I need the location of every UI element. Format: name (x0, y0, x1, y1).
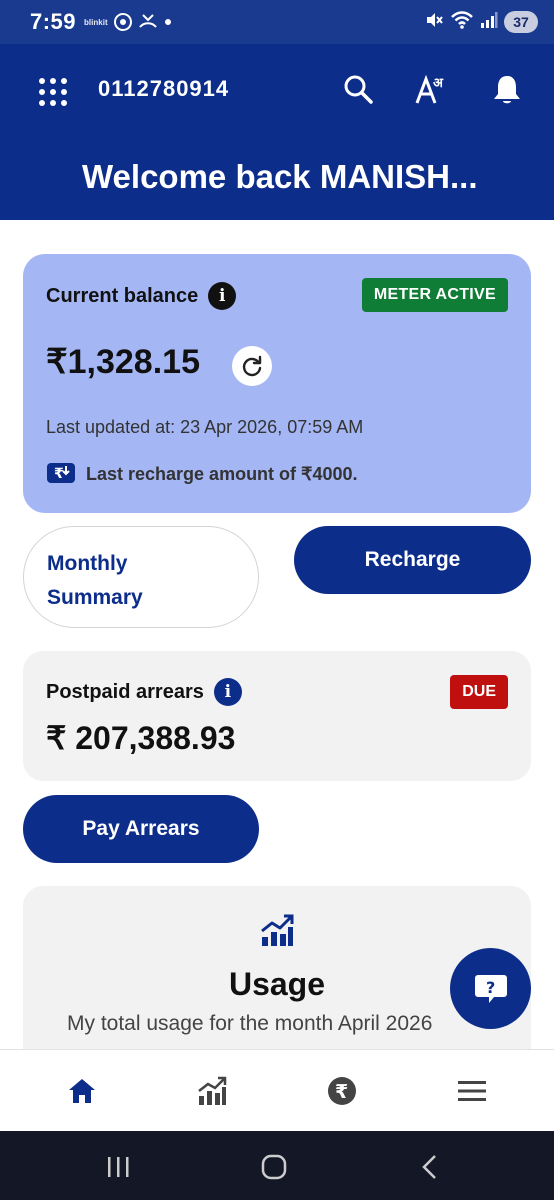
meter-status-badge: METER ACTIVE (361, 278, 508, 312)
arrears-amount: ₹ 207,388.93 (46, 720, 236, 756)
home-system-button[interactable] (254, 1147, 294, 1187)
bottom-navigation: ₹ (0, 1049, 554, 1131)
status-bar: 7:59 blinkit 37 (0, 0, 554, 44)
whatsapp-notification-icon (113, 13, 132, 31)
svg-text:?: ? (486, 978, 495, 997)
due-badge: DUE (450, 675, 508, 709)
language-icon[interactable]: अ (415, 73, 449, 110)
signal-icon (480, 11, 498, 34)
home-icon (69, 1079, 95, 1103)
balance-amount: ₹1,328.15 (46, 343, 200, 381)
nav-payments[interactable]: ₹ (302, 1050, 382, 1132)
usage-subtitle: My total usage for the month April 2026 (67, 1012, 433, 1035)
notification-dot-icon (164, 18, 172, 26)
monthly-summary-button[interactable]: Monthly Summary (23, 526, 259, 628)
refresh-icon (242, 355, 262, 377)
home-circle-icon (261, 1154, 287, 1180)
menu-icon (458, 1081, 486, 1101)
battery-indicator: 37 (504, 11, 538, 33)
welcome-title: Welcome back MANISH... (82, 158, 478, 195)
current-balance-label: Current balance (46, 284, 199, 307)
svg-text:₹: ₹ (335, 1081, 348, 1103)
last-updated-text: Last updated at: 23 Apr 2026, 07:59 AM (46, 417, 364, 437)
postpaid-arrears-card: Postpaid arrears i DUE ₹ 207,388.93 (23, 651, 531, 781)
usage-chart-icon (198, 1076, 227, 1105)
account-number: 0112780914 (98, 76, 230, 101)
svg-text:₹: ₹ (54, 466, 64, 482)
notification-bell-icon[interactable] (492, 74, 522, 111)
monthly-summary-line1: Monthly (47, 552, 128, 575)
recharge-button[interactable]: Recharge (294, 526, 531, 594)
help-chat-button[interactable]: ? (450, 948, 531, 1029)
recent-apps-icon (108, 1157, 129, 1177)
info-icon[interactable]: i (208, 282, 237, 310)
last-recharge-text: Last recharge amount of ₹4000. (86, 464, 358, 484)
help-chat-icon: ? (474, 974, 507, 1003)
postpaid-arrears-heading: Postpaid arrears i (46, 678, 242, 706)
search-icon[interactable] (343, 74, 373, 109)
mute-icon (424, 10, 444, 35)
system-navigation-bar (0, 1131, 554, 1200)
refresh-balance-button[interactable] (232, 346, 272, 386)
blinkit-notification-icon: blinkit (84, 17, 108, 27)
recent-apps-button[interactable] (98, 1147, 138, 1187)
svg-text:अ: अ (433, 76, 444, 91)
missed-call-icon (138, 13, 158, 31)
usage-chart-icon (260, 913, 294, 952)
monthly-summary-line2: Summary (47, 586, 143, 609)
arrears-info-icon[interactable]: i (213, 678, 242, 706)
status-time: 7:59 (30, 9, 77, 34)
nav-usage[interactable] (172, 1050, 252, 1132)
current-balance-card: Current balance i METER ACTIVE ₹1,328.15… (23, 254, 531, 513)
wallet-rupee-icon: ₹ (46, 460, 76, 489)
wifi-icon (450, 10, 474, 35)
postpaid-arrears-label: Postpaid arrears (46, 680, 204, 703)
apps-grid-icon[interactable] (38, 77, 68, 107)
nav-menu[interactable] (432, 1050, 512, 1132)
rupee-icon: ₹ (328, 1077, 356, 1105)
nav-home[interactable] (42, 1050, 122, 1132)
back-chevron-icon (422, 1155, 436, 1179)
current-balance-heading: Current balance i (46, 282, 237, 310)
pay-arrears-button[interactable]: Pay Arrears (23, 795, 259, 863)
app-header: 0112780914 अ Welcome back MANISH... (0, 44, 554, 220)
last-recharge-row: ₹ Last recharge amount of ₹4000. (46, 460, 358, 489)
back-button[interactable] (410, 1147, 450, 1187)
